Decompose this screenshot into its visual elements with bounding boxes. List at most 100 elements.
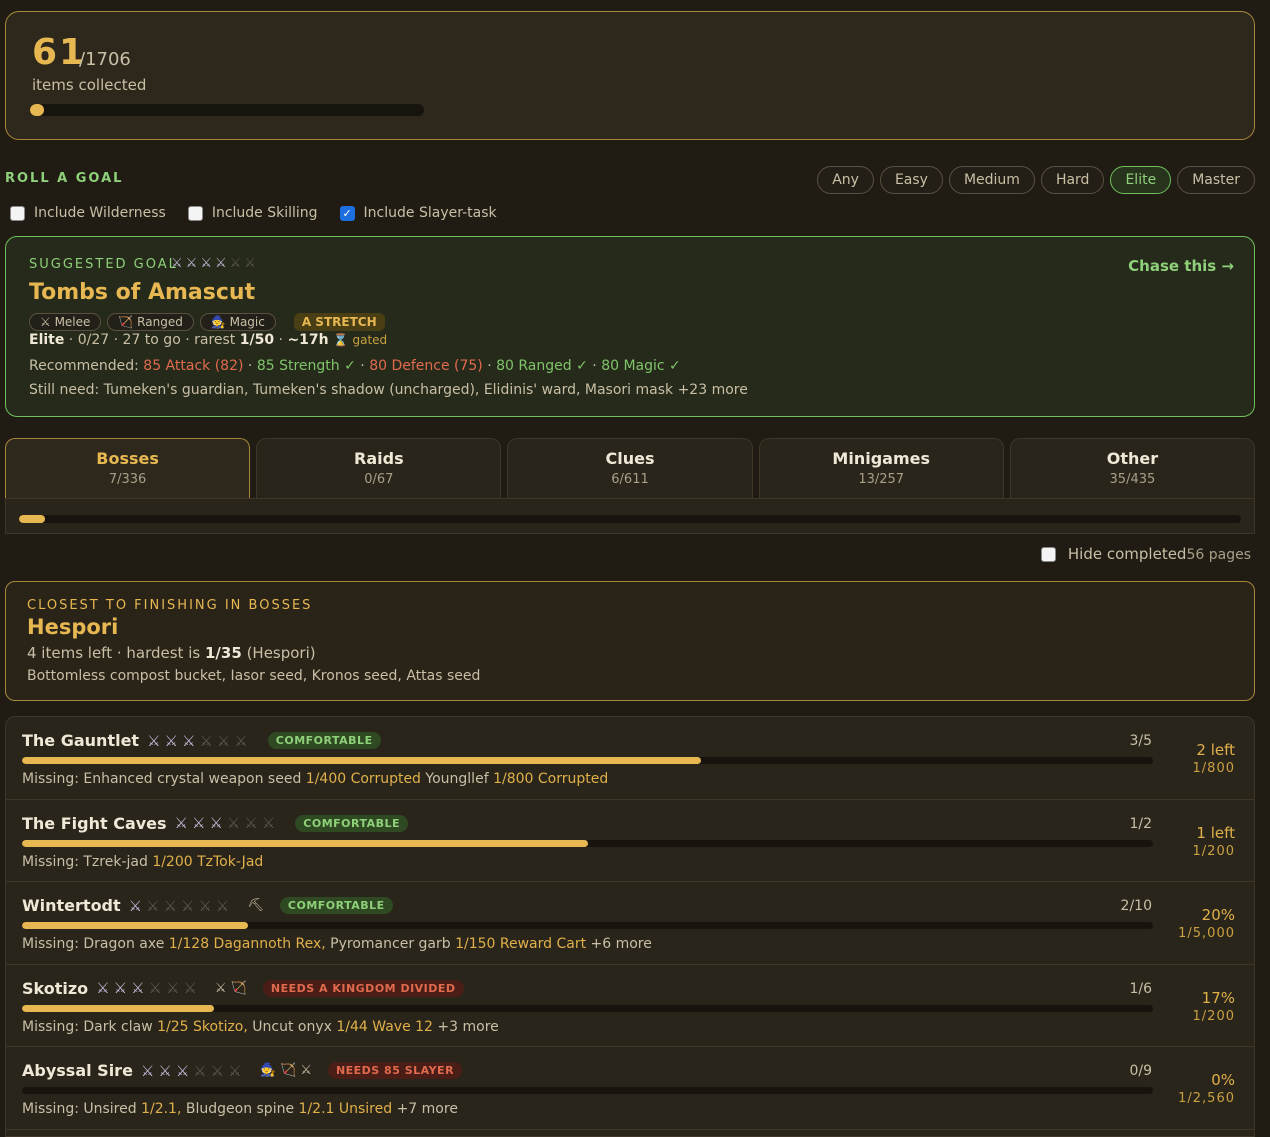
status-badge: NEEDS 85 SLAYER bbox=[327, 1062, 463, 1079]
crossed-swords-icon: ⚔ bbox=[147, 731, 165, 750]
boss-row[interactable]: The Fight Caves ⚔⚔⚔⚔⚔⚔ COMFORTABLE 1/2 Missi… bbox=[6, 800, 1254, 882]
crossed-swords-icon: ⚔ bbox=[175, 1061, 194, 1080]
option-label: Include Wilderness bbox=[34, 205, 166, 221]
boss-name: Wintertodt ⚔⚔⚔⚔⚔⚔ ⛏ COMFORTABLE bbox=[22, 896, 393, 915]
option-1[interactable]: Include Skilling bbox=[187, 205, 318, 221]
boss-title: Wintertodt bbox=[22, 896, 121, 915]
crossed-swords-icon: ⚔ bbox=[113, 979, 132, 997]
tab-bosses[interactable]: Bosses 7/336 bbox=[5, 438, 251, 498]
boss-name: The Fight Caves ⚔⚔⚔⚔⚔⚔ COMFORTABLE bbox=[22, 813, 409, 833]
combat-style-icons: 🧙 🏹 ⚔ bbox=[259, 1063, 312, 1078]
option-label: Include Skilling bbox=[211, 205, 318, 221]
boss-title: Skotizo bbox=[22, 978, 89, 998]
missing-more: +3 more bbox=[432, 1018, 499, 1035]
missing-rate: 1/44 Wave 12 bbox=[336, 1018, 433, 1035]
boss-progress-bar bbox=[22, 839, 1153, 847]
boss-left: 1 left 1/200 bbox=[1193, 824, 1235, 859]
boss-row[interactable]: Abyssal Sire ⚔⚔⚔⚔⚔⚔ 🧙 🏹 ⚔ NEEDS 85 SLAYER 0/… bbox=[6, 1047, 1254, 1130]
difficulty-master-button[interactable]: Master bbox=[1177, 166, 1255, 194]
boss-progress-bar bbox=[22, 1087, 1153, 1094]
crossed-swords-icon: ⚔ bbox=[198, 896, 216, 915]
closest-info: 4 items left · hardest is 1/35 (Hespori) bbox=[27, 644, 316, 662]
combat-style-icons: ⛏ bbox=[247, 898, 264, 913]
tab-minigames[interactable]: Minigames 13/257 bbox=[758, 438, 1004, 498]
hide-completed-label[interactable]: Hide completed56 pages bbox=[1068, 545, 1251, 563]
missing-more: +6 more bbox=[586, 936, 652, 952]
tab-count: 13/257 bbox=[858, 472, 905, 487]
difficulty-any-button[interactable]: Any bbox=[817, 166, 874, 194]
missing-item: Unsired bbox=[83, 1101, 142, 1117]
difficulty-stars: ⚔⚔⚔⚔⚔⚔ bbox=[147, 732, 252, 750]
boss-progress-fill bbox=[22, 757, 701, 764]
boss-progress-fill bbox=[22, 1004, 215, 1012]
boss-progress-bar bbox=[22, 922, 1153, 929]
boss-title: The Fight Caves bbox=[22, 813, 167, 833]
crossed-swords-icon: ⚔ bbox=[171, 256, 186, 271]
boss-row[interactable]: The Gauntlet ⚔⚔⚔⚔⚔⚔ COMFORTABLE 3/5 Missing:… bbox=[6, 717, 1254, 800]
chase-button[interactable]: Chase this → bbox=[1128, 257, 1234, 275]
difficulty-easy-button[interactable]: Easy bbox=[879, 166, 943, 194]
missing-rate: 1/128 Dagannoth Rex, bbox=[168, 936, 326, 952]
option-0[interactable]: Include Wilderness bbox=[10, 205, 166, 221]
crossed-swords-icon: ⚔ bbox=[183, 979, 201, 997]
crossed-swords-icon: ⚔ bbox=[192, 814, 210, 832]
difficulty-elite-button[interactable]: Elite bbox=[1110, 166, 1172, 194]
boss-progress-fill bbox=[22, 839, 588, 847]
boss-count: 3/5 bbox=[1129, 733, 1152, 749]
tab-clues[interactable]: Clues 6/611 bbox=[507, 438, 753, 498]
crossed-swords-icon: ⚔ bbox=[140, 1061, 159, 1080]
missing-rate: 1/150 Reward Cart bbox=[455, 936, 587, 952]
closest-title: Hespori bbox=[27, 615, 119, 639]
difficulty-filter: Any Easy Medium Hard Elite Master bbox=[817, 166, 1255, 194]
left-value: 1 left bbox=[1196, 823, 1235, 842]
crossed-swords-icon: ⚔ bbox=[181, 896, 199, 915]
checkbox[interactable] bbox=[10, 205, 25, 221]
goal-style-tags: ⚔ Melee 🏹 Ranged 🧙 Magic A STRETCH bbox=[29, 313, 385, 331]
tab-raids[interactable]: Raids 0/67 bbox=[256, 438, 502, 498]
checkbox[interactable]: ✓ bbox=[339, 205, 355, 221]
missing-rate: 1/25 Skotizo, bbox=[157, 1018, 248, 1035]
status-badge: NEEDS A KINGDOM DIVIDED bbox=[262, 979, 464, 997]
missing-item: Pyromancer garb bbox=[330, 936, 456, 952]
goal-options: Include Wilderness Include Skilling ✓ Inclu… bbox=[10, 205, 497, 221]
status-badge: COMFORTABLE bbox=[267, 732, 381, 749]
crossed-swords-icon: ⚔ bbox=[185, 256, 201, 271]
difficulty-hard-button[interactable]: Hard bbox=[1040, 166, 1105, 194]
crossed-swords-icon: ⚔ bbox=[148, 979, 166, 997]
collected-label: items collected bbox=[32, 76, 147, 94]
difficulty-stars: ⚔⚔⚔⚔⚔⚔ bbox=[129, 897, 234, 915]
goal-time: ~17h bbox=[287, 332, 329, 348]
boss-row[interactable]: Skotizo ⚔⚔⚔⚔⚔⚔ ⚔ 🏹 NEEDS A KINGDOM DIVIDED 1… bbox=[6, 965, 1254, 1047]
page-count: 56 pages bbox=[1186, 547, 1251, 563]
tab-other[interactable]: Other 35/435 bbox=[1009, 438, 1256, 498]
crossed-swords-icon: ⚔ bbox=[193, 1061, 211, 1080]
hide-completed-row: Hide completed56 pages bbox=[1040, 545, 1251, 563]
crossed-swords-icon: ⚔ bbox=[209, 814, 227, 832]
left-rate: 1/200 bbox=[1192, 843, 1235, 859]
boss-row[interactable]: Wintertodt ⚔⚔⚔⚔⚔⚔ ⛏ COMFORTABLE 2/10 Missing:… bbox=[6, 882, 1254, 965]
left-value: 20% bbox=[1201, 906, 1235, 924]
hide-completed-checkbox[interactable] bbox=[1040, 546, 1056, 562]
missing-item: Tzrek-jad bbox=[83, 853, 153, 870]
style-tag-magic: 🧙 Magic bbox=[199, 313, 276, 331]
recommended-stat: 85 Strength ✓ bbox=[256, 358, 356, 374]
category-progress-fill bbox=[19, 515, 45, 523]
crossed-swords-icon: ⚔ bbox=[229, 256, 245, 271]
boss-left: 17% 1/200 bbox=[1193, 989, 1235, 1024]
crossed-swords-icon: ⚔ bbox=[163, 896, 182, 915]
boss-progress-bar bbox=[22, 757, 1153, 764]
boss-progress-bar bbox=[22, 1004, 1153, 1012]
collected-count: 61 bbox=[32, 32, 87, 73]
boss-name: The Gauntlet ⚔⚔⚔⚔⚔⚔ COMFORTABLE bbox=[22, 731, 381, 750]
difficulty-medium-button[interactable]: Medium bbox=[948, 166, 1035, 194]
checkbox[interactable] bbox=[187, 205, 203, 221]
collection-summary: 61 /1706 items collected bbox=[5, 11, 1255, 140]
tab-count: 0/67 bbox=[364, 472, 394, 487]
closest-label: CLOSEST TO FINISHING IN BOSSES bbox=[27, 598, 313, 613]
boss-title: The Gauntlet bbox=[22, 731, 140, 750]
option-2[interactable]: ✓ Include Slayer-task bbox=[339, 205, 497, 221]
closest-card: CLOSEST TO FINISHING IN BOSSES Hespori 4… bbox=[5, 581, 1255, 701]
crossed-swords-icon: ⚔ bbox=[131, 979, 149, 997]
tab-label: Bosses bbox=[96, 449, 159, 468]
goal-progress: 0/27 bbox=[77, 332, 110, 348]
